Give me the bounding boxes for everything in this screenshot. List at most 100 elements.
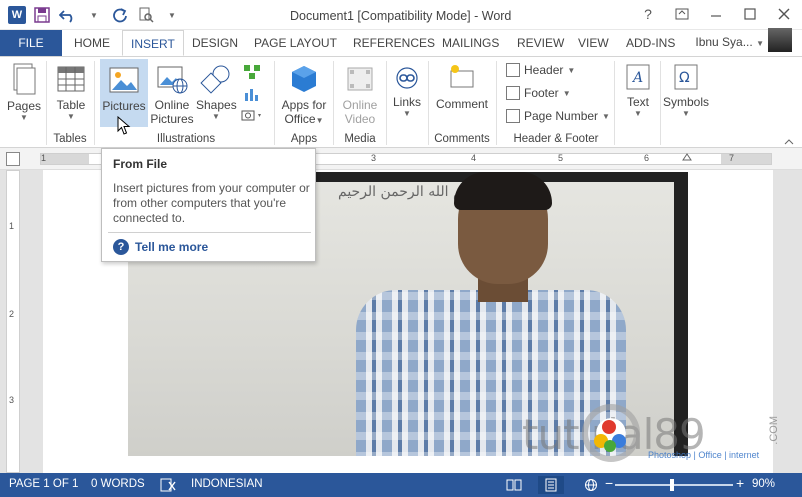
online-video-label-1: Online [342,98,378,112]
tab-page-layout[interactable]: PAGE LAYOUT [246,30,345,56]
apps-for-office-button[interactable]: Apps for Office▼ [278,59,330,129]
undo-icon[interactable] [58,5,78,25]
tab-view[interactable]: VIEW [570,30,617,56]
tooltip-title: From File [113,157,168,171]
page-number-icon [506,109,520,123]
help-button[interactable]: ? [638,4,658,24]
zoom-level[interactable]: 90% [752,478,775,490]
header-label: Header [524,63,564,77]
document-title: Document1 [Compatibility Mode] - Word [290,9,512,23]
table-label: Table [56,98,86,112]
chart-button[interactable] [238,85,266,105]
minimize-icon[interactable] [706,4,726,24]
pages-label: Pages [6,99,42,113]
ribbon-tabs: FILE HOME INSERT DESIGN PAGE LAYOUT REFE… [0,30,802,56]
links-button[interactable]: Links ▼ [390,59,424,129]
zoom-slider-thumb[interactable] [670,479,674,491]
table-button[interactable]: Table ▼ [52,59,90,129]
collapse-ribbon-icon[interactable] [782,135,796,147]
avatar[interactable] [768,28,792,52]
comment-button[interactable]: Comment [432,59,492,129]
language-indicator[interactable]: INDONESIAN [191,478,263,490]
title-bar: W ▼ ▼ Document1 [Compatibility Mode] - W… [0,0,802,30]
group-separator [496,61,497,145]
online-pictures-label-1: Online [154,98,190,112]
screenshot-button[interactable] [238,107,266,127]
header-button[interactable]: Header ▼ [506,63,575,77]
zoom-out-button[interactable]: − [605,475,613,491]
tab-home[interactable]: HOME [66,30,118,56]
tab-references[interactable]: REFERENCES [345,30,443,56]
tooltip-body: Insert pictures from your computer or fr… [113,181,310,225]
vertical-ruler[interactable]: 1 2 3 [6,170,20,473]
smartart-icon [244,65,260,79]
page-number-button[interactable]: Page Number ▼ [506,109,610,123]
window-controls: ? [638,4,794,24]
watermark-dot [602,420,616,434]
online-pictures-icon [156,64,188,94]
tab-file[interactable]: FILE [0,30,62,56]
left-margin-area [41,154,89,164]
tab-selector[interactable] [6,152,20,166]
zoom-slider[interactable] [615,484,733,486]
ruler-number: 1 [41,153,47,163]
close-icon[interactable] [774,4,794,24]
customize-qat-icon[interactable]: ▼ [162,5,182,25]
group-separator [386,61,387,145]
tell-me-more-label: Tell me more [135,240,209,254]
tables-group-label: Tables [53,133,87,145]
group-separator [46,61,47,145]
web-layout-icon[interactable] [578,476,604,494]
screenshot-icon [241,110,261,121]
footer-button[interactable]: Footer ▼ [506,86,571,100]
word-count[interactable]: 0 WORDS [91,478,145,490]
ruler-number: 7 [729,153,735,163]
right-indent-marker[interactable] [682,153,692,161]
tab-review[interactable]: REVIEW [509,30,572,56]
smartart-button[interactable] [238,63,266,83]
shapes-button[interactable]: Shapes ▼ [196,59,237,129]
group-separator [94,61,95,145]
online-video-button[interactable]: Online Video [337,59,383,129]
online-pictures-button[interactable]: Online Pictures [150,59,194,129]
tab-insert[interactable]: INSERT [122,30,184,56]
text-button[interactable]: A Text ▼ [618,59,658,129]
tab-mailings[interactable]: MAILINGS [434,30,507,56]
redo-icon[interactable] [110,5,130,25]
svg-text:A: A [631,70,643,86]
header-footer-group-label: Header & Footer [513,133,599,145]
undo-dropdown-icon[interactable]: ▼ [84,5,104,25]
print-layout-icon[interactable] [538,476,564,494]
word-app-icon[interactable]: W [8,6,26,24]
pages-button[interactable]: Pages ▼ [4,59,44,129]
save-icon[interactable] [32,5,52,25]
maximize-icon[interactable] [740,4,760,24]
ruler-number: 4 [471,153,477,163]
pictures-label: Pictures [102,99,146,113]
zoom-in-button[interactable]: + [736,475,744,491]
page-count[interactable]: PAGE 1 OF 1 [9,478,78,490]
pictures-tooltip: From File Insert pictures from your comp… [101,148,316,262]
page-number-label: Page Number [524,109,599,123]
shapes-icon [200,64,232,94]
tab-add-ins[interactable]: ADD-INS [618,30,683,56]
symbols-button[interactable]: Ω Symbols ▼ [662,59,710,129]
status-bar: PAGE 1 OF 1 0 WORDS INDONESIAN − + 90% [0,473,802,497]
group-separator [274,61,275,145]
read-mode-icon[interactable] [501,476,527,494]
tell-me-more-link[interactable]: ? Tell me more [113,239,208,255]
comment-label: Comment [435,97,488,111]
tab-design[interactable]: DESIGN [184,30,246,56]
online-pictures-label-2: Pictures [150,112,194,126]
apps-label-2: Office [284,112,316,126]
proofing-icon[interactable] [160,478,176,495]
pictures-icon [108,65,140,95]
print-preview-icon[interactable] [136,5,156,25]
person-hair [454,172,552,210]
watermark-tagline: Photoshop | Office | internet [648,450,760,460]
group-separator [614,61,615,145]
group-separator [660,61,661,145]
ribbon-display-options-icon[interactable] [672,4,692,24]
watermark-dot [604,440,616,452]
user-account[interactable]: Ibnu Sya... ▼ [695,35,764,49]
